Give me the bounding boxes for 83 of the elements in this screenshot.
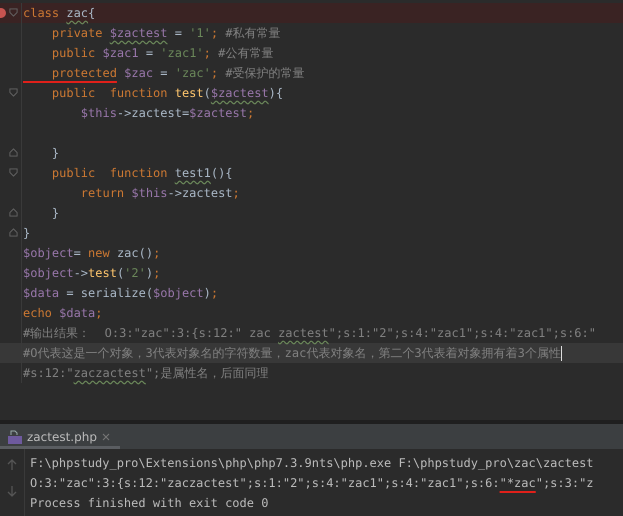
fold-icon[interactable]	[9, 168, 18, 177]
code-token: ){	[268, 86, 284, 100]
code-token: =	[144, 46, 154, 60]
code-token: $object	[153, 286, 204, 300]
console-text: F:\phpstudy_pro\Extensions\php\php7.3.9nts\php.exe F:\phpstudy_pro\zac\zactest	[30, 456, 594, 470]
code-token: ->zactest	[168, 186, 233, 200]
code-token: $zac1	[102, 46, 139, 60]
code-token: ";s:1:"2";s:4:"zac1";s:4:"zac1";s:6:"	[328, 326, 596, 340]
console-text: O:3:"zac":3:{s:12:"zaczactest";s:1:"2";s:4:"zac1";s:4:"zac1";s:6:	[30, 476, 500, 490]
code-token: $data	[59, 306, 96, 320]
fold-icon[interactable]	[9, 8, 18, 17]
code-token: private	[50, 26, 104, 40]
code-token: )	[204, 286, 211, 300]
code-token: }	[50, 206, 60, 220]
code-token: return	[80, 186, 126, 200]
code-token: class	[23, 6, 60, 20]
code-token: }	[23, 226, 30, 240]
code-token: test	[174, 86, 204, 100]
code-token: echo	[23, 306, 53, 320]
console-text: "*zac	[500, 476, 536, 490]
code-token: protected	[50, 66, 117, 80]
code-token: #受保护的常量	[225, 64, 305, 82]
code-token: ;	[210, 26, 220, 40]
code-token: ;	[210, 286, 218, 300]
code-token: $this	[80, 106, 117, 120]
code-token: '1'	[189, 26, 211, 40]
code-token: $zactest	[189, 106, 247, 120]
code-token: $zactest	[210, 86, 269, 100]
code-token: new	[88, 246, 111, 260]
file-tab[interactable]: zactest.php	[0, 424, 120, 449]
code-token: $this	[131, 186, 168, 200]
code-token: zactest	[278, 326, 329, 340]
code-token: ;	[95, 306, 102, 320]
code-token: test	[88, 266, 117, 280]
fold-icon[interactable]	[9, 208, 18, 217]
code-token: $object	[23, 246, 74, 260]
code-token: ;	[153, 266, 160, 280]
code-token: public function	[50, 166, 168, 180]
code-token: ;	[232, 186, 240, 200]
code-token: zac	[66, 6, 88, 20]
close-icon[interactable]	[102, 432, 110, 440]
code-token: #O代表这是一个对象，3代表对象名的字符数量，zac代表对象名，第二个3代表着对象拥有着3个属性	[23, 344, 561, 362]
code-token: =	[159, 66, 168, 80]
code-token: #输出结果： O:3:"zac":3:{s:12:" zac	[23, 324, 272, 342]
code-token: (){	[210, 166, 233, 180]
code-token: $zactest	[110, 26, 168, 40]
code-token: =	[74, 246, 82, 260]
code-token: (	[116, 266, 124, 280]
code-token: )	[146, 266, 154, 280]
code-token: ;	[204, 46, 212, 60]
console-text: Process finished with exit code 0	[30, 496, 268, 510]
code-token: #公有常量	[218, 44, 274, 62]
fold-icon[interactable]	[9, 228, 18, 237]
code-token: zac()	[116, 246, 154, 260]
code-token: ->	[74, 266, 88, 280]
code-token: '2'	[124, 266, 146, 280]
code-token: =	[174, 26, 183, 40]
code-token: (	[204, 86, 211, 100]
code-token: $zac	[123, 66, 154, 80]
code-token: ;	[246, 106, 254, 120]
code-token: ;	[153, 246, 160, 260]
code-token: test1	[174, 166, 211, 180]
code-token: {	[88, 6, 96, 20]
code-token: $data	[23, 286, 60, 300]
fold-icon[interactable]	[9, 88, 18, 97]
up-arrow-icon[interactable]	[6, 459, 18, 471]
code-token: ;	[210, 66, 220, 80]
code-token: ->zactest=	[116, 106, 190, 120]
code-token: #私有常量	[225, 24, 281, 42]
code-token: #s:12:"	[23, 366, 74, 380]
console-text: ";s:3:"z	[536, 476, 594, 490]
code-token: public function	[50, 86, 168, 100]
fold-icon[interactable]	[9, 148, 18, 157]
code-token: ";是属性名，后面同理	[146, 364, 268, 382]
code-token: zaczactest	[74, 366, 146, 380]
down-arrow-icon[interactable]	[6, 485, 18, 497]
code-token: 'zac'	[174, 66, 211, 80]
code-token: public	[50, 46, 96, 60]
code-token: }	[50, 146, 60, 160]
php-file-icon	[8, 430, 22, 444]
code-token: = serialize(	[65, 286, 154, 300]
code-token: $object	[23, 266, 74, 280]
code-token: 'zac1'	[160, 46, 204, 60]
